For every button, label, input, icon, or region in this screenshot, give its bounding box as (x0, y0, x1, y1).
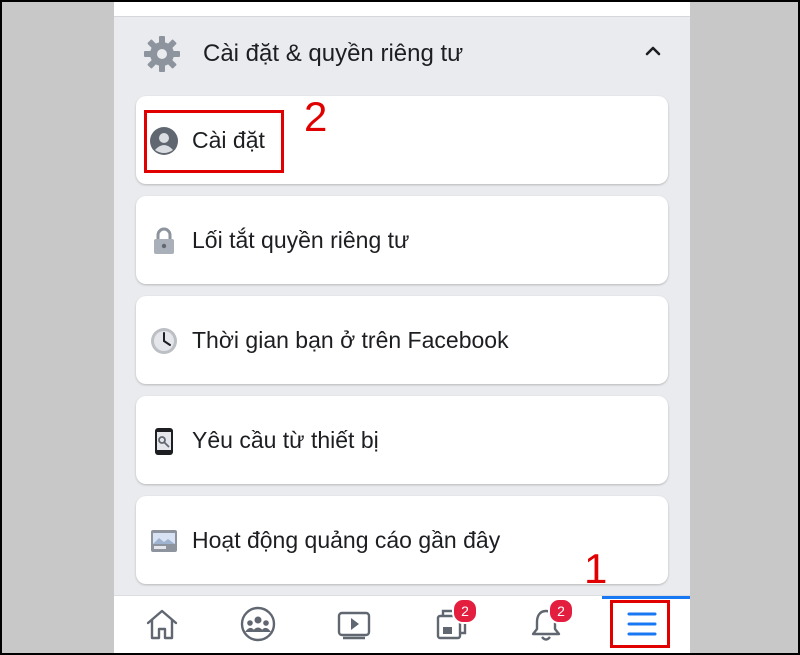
notifications-badge: 2 (548, 598, 574, 624)
chevron-up-icon[interactable] (644, 42, 662, 60)
section-title: Cài đặt & quyền riêng tư (203, 40, 464, 67)
phone-key-icon (155, 428, 173, 455)
tab-watch[interactable] (334, 604, 374, 644)
menu-item-label: Lối tắt quyền riêng tư (192, 227, 410, 253)
menu-item-label: Thời gian bạn ở trên Facebook (192, 327, 509, 353)
gear-icon (144, 36, 180, 72)
lock-icon (154, 227, 174, 254)
tab-groups[interactable] (238, 604, 278, 644)
tab-notifications[interactable]: 2 (526, 598, 574, 644)
tab-pages[interactable]: 2 (430, 598, 478, 644)
menu-item-label: Hoạt động quảng cáo gần đây (192, 527, 501, 553)
groups-icon (240, 606, 276, 642)
tab-home[interactable] (142, 604, 182, 644)
menu-item-privacy-shortcuts[interactable]: Lối tắt quyền riêng tư (136, 196, 668, 284)
menu-item-label: Yêu cầu từ thiết bị (192, 427, 379, 453)
annotation-number-1: 1 (584, 545, 608, 592)
annotation-box-menu (610, 600, 670, 648)
active-tab-indicator (602, 596, 690, 599)
annotation-number-2: 2 (304, 93, 328, 140)
previous-section-edge (114, 2, 690, 17)
annotation-box-settings (144, 110, 284, 173)
pages-badge: 2 (452, 598, 478, 624)
bottom-tab-bar: 2 2 (114, 595, 690, 653)
home-icon (146, 609, 178, 640)
ad-activity-icon (151, 530, 177, 552)
menu-item-device-requests[interactable]: Yêu cầu từ thiết bị (136, 396, 668, 484)
clock-icon (151, 328, 177, 354)
video-icon (337, 611, 371, 640)
menu-item-your-time-on-facebook[interactable]: Thời gian bạn ở trên Facebook (136, 296, 668, 384)
settings-privacy-header[interactable]: Cài đặt & quyền riêng tư (114, 24, 690, 84)
